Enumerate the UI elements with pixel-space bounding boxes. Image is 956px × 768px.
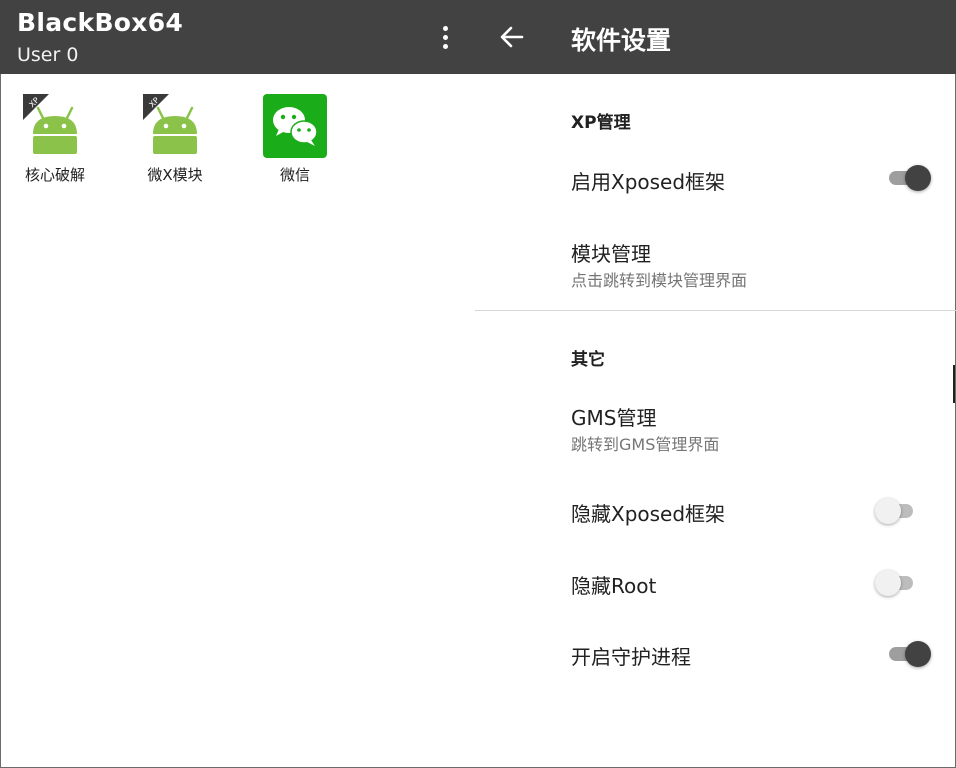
more-vert-icon[interactable] [430, 20, 460, 54]
hide-xposed-switch[interactable] [875, 497, 919, 525]
arrow-back-icon[interactable] [495, 20, 529, 54]
pref-title: 开启守护进程 [571, 645, 691, 669]
pref-module-manage[interactable]: 模块管理 点击跳转到模块管理界面 [475, 228, 956, 298]
pref-title: 隐藏Xposed框架 [571, 502, 726, 526]
android-xp-icon: XP [23, 94, 77, 154]
wechat-icon [263, 94, 327, 158]
app-label: 核心破解 [24, 166, 85, 184]
android-xp-icon: XP [143, 94, 197, 154]
category-xp-manage: XP管理 [571, 113, 631, 133]
app-tile-core-crack[interactable]: XP 核心破解 [0, 94, 110, 190]
settings-title: 软件设置 [571, 26, 672, 55]
pref-gms-manage[interactable]: GMS管理 跳转到GMS管理界面 [475, 392, 956, 462]
pref-summary: 跳转到GMS管理界面 [571, 435, 720, 454]
enable-xposed-switch[interactable] [887, 164, 931, 192]
section-divider [475, 310, 956, 311]
pref-title: 启用Xposed框架 [571, 170, 726, 194]
app-label: 微X模块 [147, 166, 203, 184]
daemon-process-switch[interactable] [887, 640, 931, 668]
app-list-pane: BlackBox64 User 0 XP 核心破解 XP 微X模块 微信 [0, 0, 475, 768]
pref-hide-root[interactable]: 隐藏Root [475, 554, 956, 614]
pref-title: 隐藏Root [571, 574, 657, 598]
app-title: BlackBox64 [17, 8, 184, 37]
app-label: 微信 [279, 166, 310, 184]
hide-root-switch[interactable] [875, 569, 919, 597]
pref-hide-xposed[interactable]: 隐藏Xposed框架 [475, 482, 956, 542]
category-other: 其它 [571, 350, 605, 370]
app-toolbar: BlackBox64 User 0 [0, 0, 475, 74]
pref-summary: 点击跳转到模块管理界面 [571, 271, 748, 290]
pref-enable-xposed[interactable]: 启用Xposed框架 [475, 148, 956, 210]
settings-pane: 软件设置 XP管理 启用Xposed框架 模块管理 点击跳转到模块管理界面 其它… [475, 0, 956, 768]
settings-toolbar: 软件设置 [475, 0, 956, 74]
user-subtitle: User 0 [17, 44, 79, 66]
pref-title: GMS管理 [571, 406, 657, 430]
scroll-edge-indicator [953, 365, 955, 403]
pref-daemon-process[interactable]: 开启守护进程 [475, 625, 956, 685]
app-tile-wechat[interactable]: 微信 [240, 94, 350, 190]
app-tile-wx-module[interactable]: XP 微X模块 [120, 94, 230, 190]
pref-title: 模块管理 [571, 242, 651, 266]
